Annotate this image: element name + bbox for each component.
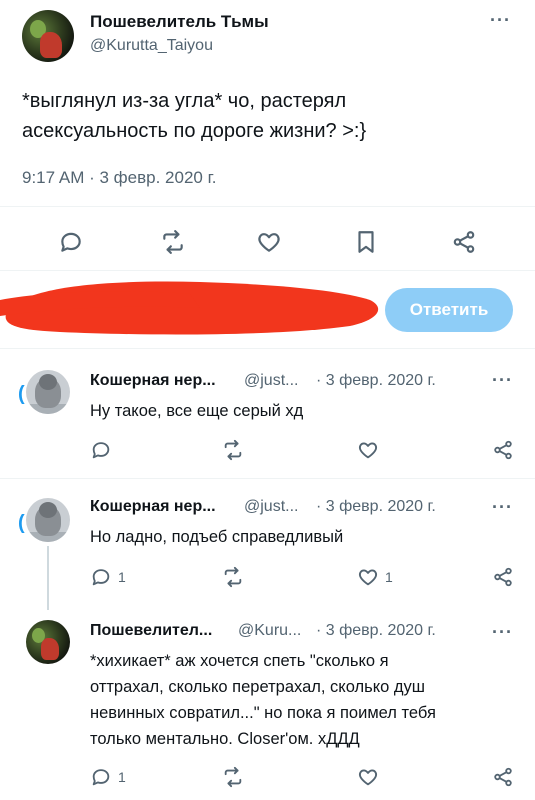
reply-share-button[interactable] (492, 766, 514, 788)
reply-author-handle[interactable]: @just... (244, 372, 298, 390)
retweet-action-button[interactable] (160, 229, 186, 260)
bookmark-icon (358, 231, 374, 253)
reply-date[interactable]: · 3 февр. 2020 г. (316, 498, 436, 516)
reply-retweet-button[interactable] (222, 566, 244, 588)
divider (0, 206, 535, 207)
thread-connector-line (47, 546, 49, 610)
reply-text: *хихикает* аж хочется спеть "сколько я о… (90, 648, 530, 752)
share-icon (494, 567, 512, 587)
reply-avatar[interactable] (26, 370, 70, 414)
reply-author-name[interactable]: Кошерная нер... (90, 498, 216, 516)
reply-author-handle[interactable]: @Kuru... (238, 622, 301, 640)
share-icon (494, 440, 512, 460)
tweet-text-line: асексуальность по дороге жизни? >:} (22, 120, 367, 142)
reply-share-button[interactable] (492, 439, 514, 461)
divider (0, 348, 535, 349)
reply-count: 1 (118, 569, 126, 585)
like-icon (358, 769, 378, 786)
more-horizontal-icon[interactable]: ··· (492, 497, 513, 518)
reply-retweet-button[interactable] (222, 439, 244, 461)
more-horizontal-icon[interactable]: ··· (492, 370, 513, 391)
reply-text: Но ладно, подъеб справедливый (90, 528, 344, 546)
divider (0, 478, 535, 479)
reply-reply-button[interactable] (90, 439, 112, 461)
bracket-glyph: ( (18, 512, 25, 534)
like-action-button[interactable] (256, 229, 282, 260)
more-horizontal-icon[interactable]: ··· (490, 10, 511, 31)
more-horizontal-icon[interactable]: ··· (492, 622, 513, 643)
share-icon (453, 231, 475, 253)
bookmark-action-button[interactable] (353, 229, 379, 260)
like-icon (358, 442, 378, 459)
reply-icon (92, 442, 110, 459)
share-action-button[interactable] (451, 229, 477, 260)
reply-action-button[interactable] (58, 229, 84, 260)
reply-retweet-button[interactable] (222, 766, 244, 788)
reply-count: 1 (118, 769, 126, 785)
reply-icon (92, 569, 110, 586)
reply-text-line: оттрахал, сколько перетрахал, сколько ду… (90, 678, 426, 696)
reply-avatar[interactable] (26, 620, 70, 664)
author-avatar[interactable] (22, 10, 74, 62)
author-name[interactable]: Пошевелитель Тьмы (90, 12, 269, 32)
like-icon (358, 569, 378, 586)
retweet-icon (224, 439, 242, 461)
reply-author-name[interactable]: Пошевелител... (90, 622, 212, 640)
reply-text: Ну такое, все еще серый хд (90, 402, 304, 420)
reply-text-line: только ментально. Closer'ом. хДДД (90, 730, 360, 748)
reply-like-button[interactable] (357, 439, 379, 461)
reply-share-button[interactable] (492, 566, 514, 588)
reply-reply-button[interactable]: 1 (90, 566, 126, 588)
reply-icon (92, 769, 110, 786)
redaction-scribble (0, 281, 379, 335)
retweet-icon (224, 566, 242, 588)
author-handle[interactable]: @Kurutta_Taiyou (90, 37, 213, 55)
reply-date[interactable]: · 3 февр. 2020 г. (316, 622, 436, 640)
reply-author-handle[interactable]: @just... (244, 498, 298, 516)
reply-author-name[interactable]: Кошерная нер... (90, 372, 216, 390)
tweet-timestamp[interactable]: 9:17 AM · 3 февр. 2020 г. (22, 168, 216, 188)
tweet-text: *выглянул из-за угла* чо, растерял асекс… (22, 86, 492, 146)
reply-like-button[interactable] (357, 766, 379, 788)
reply-icon (61, 232, 81, 252)
reply-text-line: невинных совратил..." но пока я поимел т… (90, 704, 436, 722)
reply-text-line: *хихикает* аж хочется спеть "сколько я (90, 652, 389, 670)
reply-like-button[interactable]: 1 (357, 566, 393, 588)
like-icon (258, 233, 280, 252)
retweet-icon (163, 230, 183, 254)
like-count: 1 (385, 569, 393, 585)
reply-date[interactable]: · 3 февр. 2020 г. (316, 372, 436, 390)
reply-reply-button[interactable]: 1 (90, 766, 126, 788)
retweet-icon (224, 766, 242, 788)
share-icon (494, 767, 512, 787)
reply-button[interactable]: Ответить (385, 288, 513, 332)
bracket-glyph: ( (18, 383, 25, 405)
tweet-text-line: *выглянул из-за угла* чо, растерял (22, 90, 347, 112)
reply-avatar[interactable] (26, 498, 70, 542)
